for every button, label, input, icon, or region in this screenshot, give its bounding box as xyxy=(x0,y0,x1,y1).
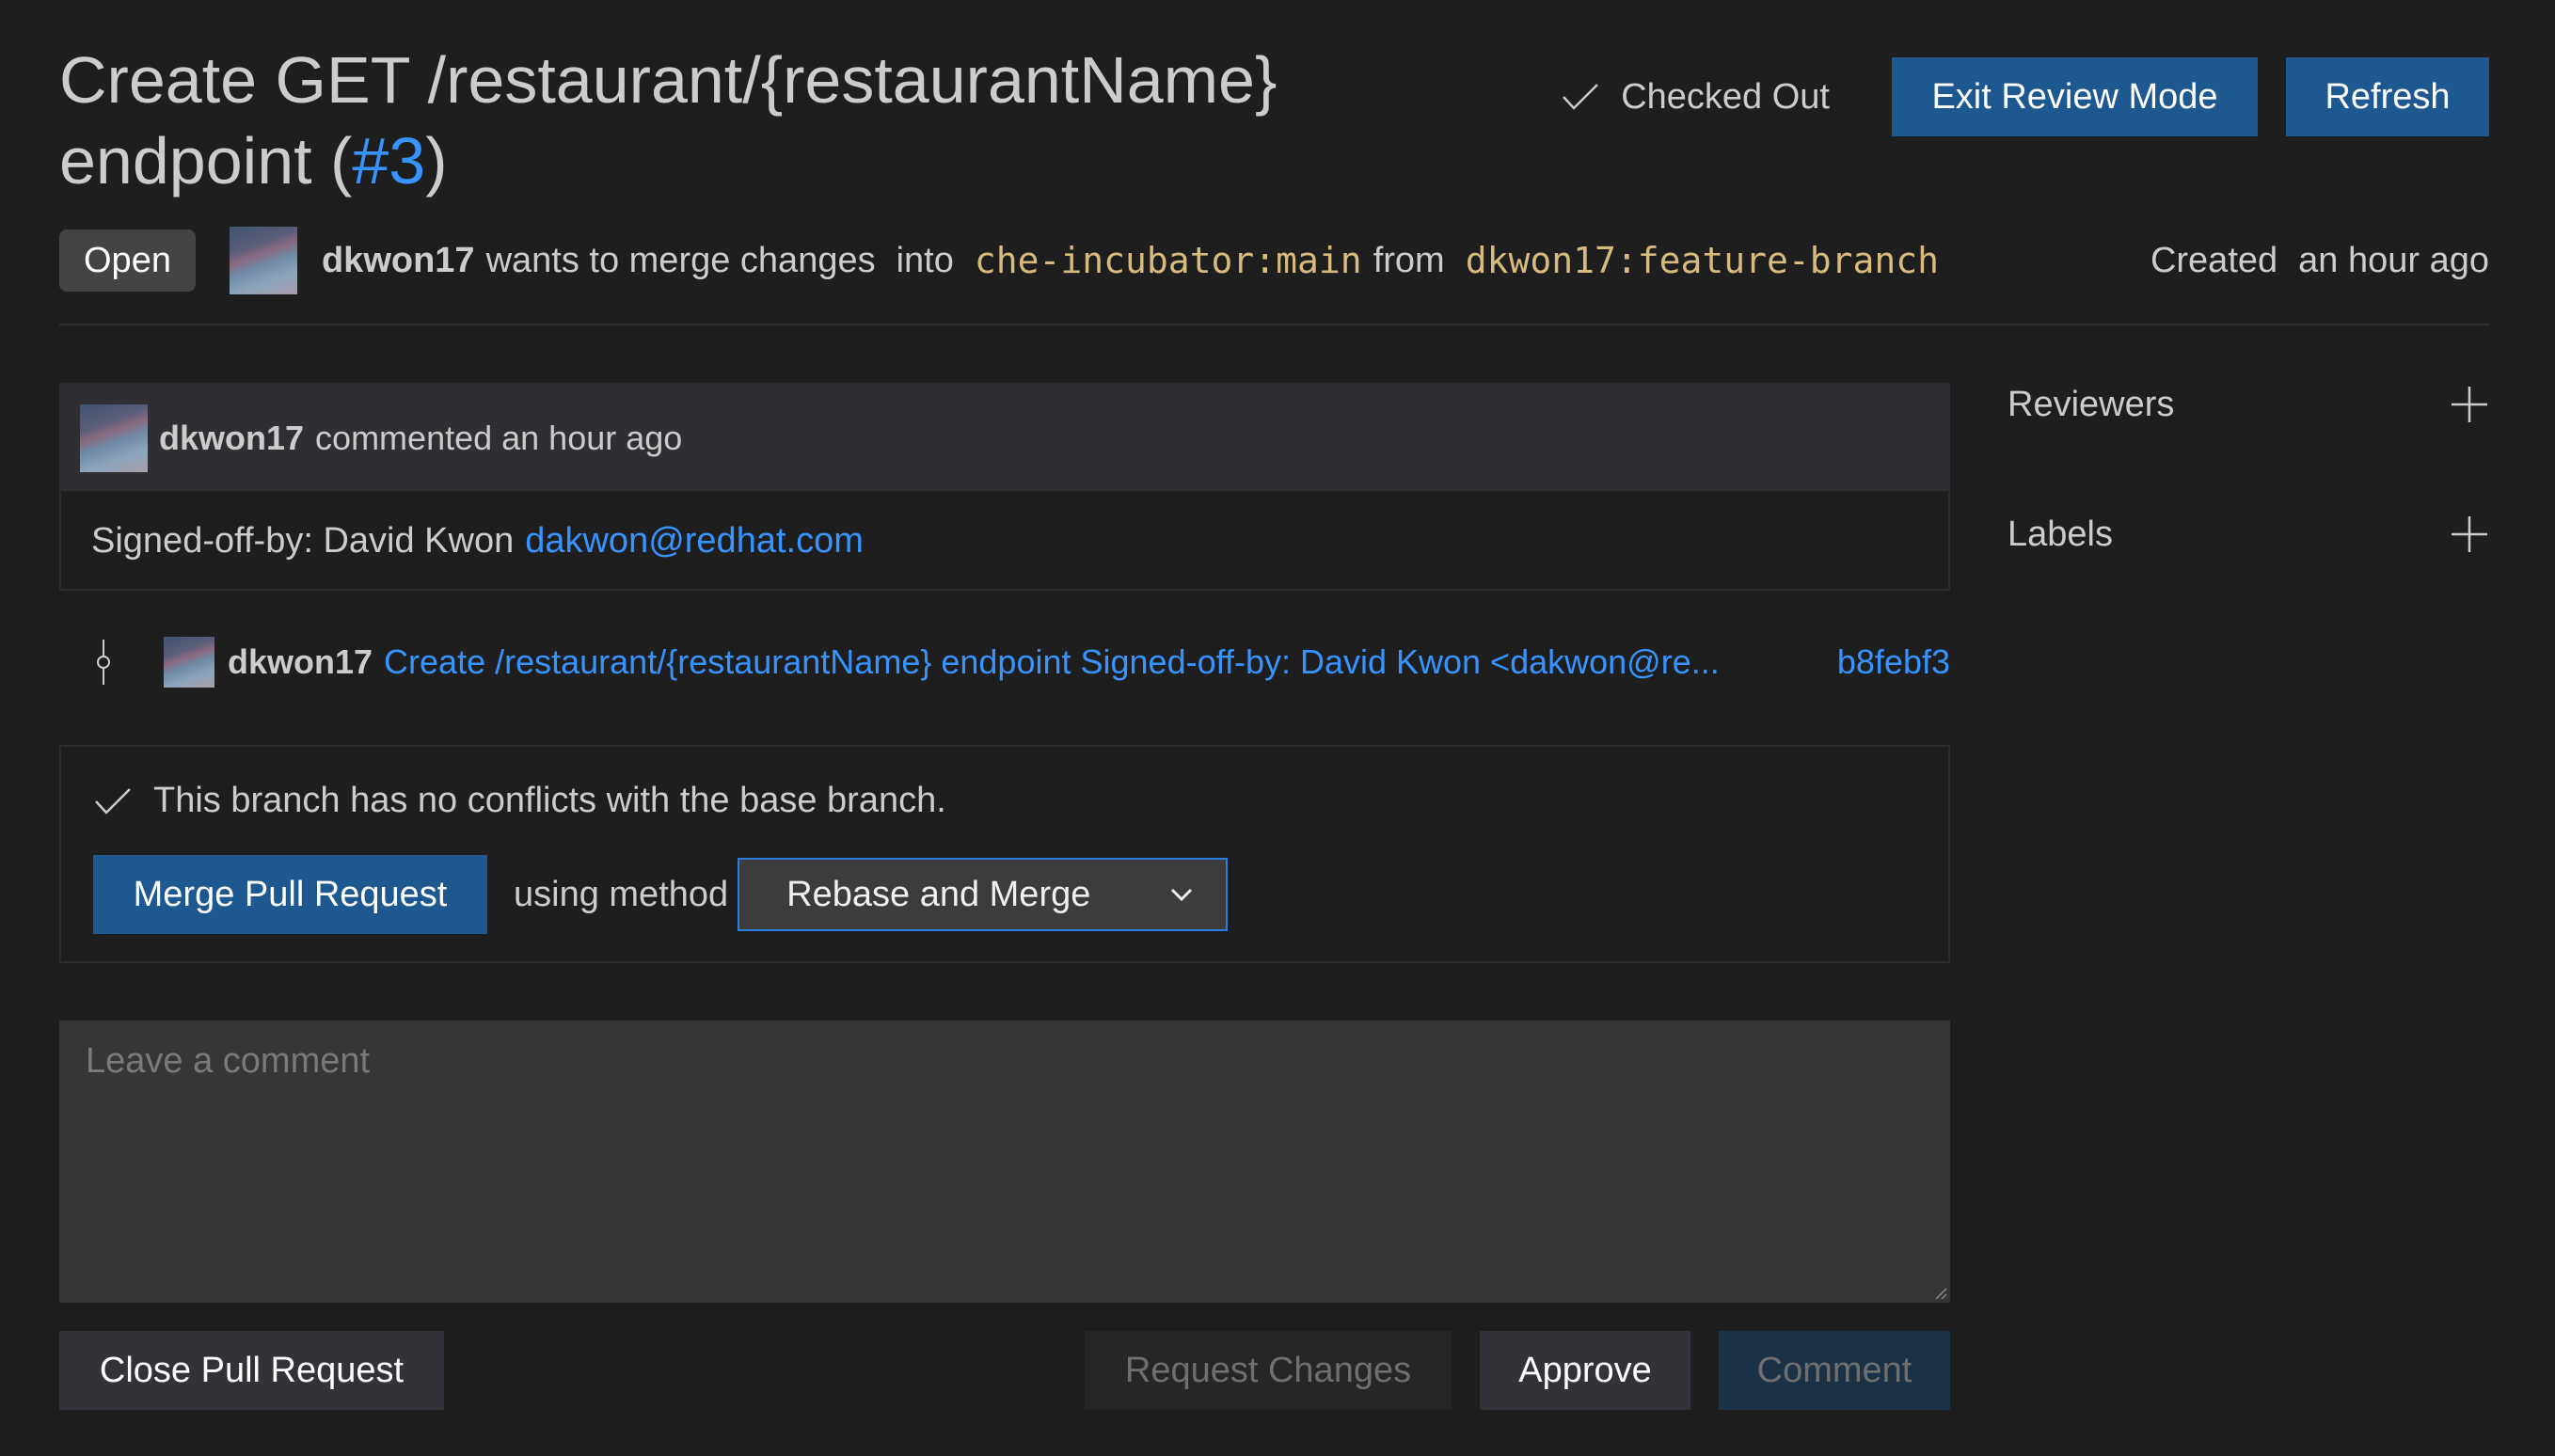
check-icon xyxy=(95,787,131,815)
merge-controls: Merge Pull Request using method Rebase a… xyxy=(93,855,1229,934)
approve-button[interactable]: Approve xyxy=(1480,1331,1690,1410)
comment-header: dkwon17 commented an hour ago xyxy=(61,385,1948,491)
merge-method-value: Rebase and Merge xyxy=(786,874,1091,914)
created-info: Created an hour ago xyxy=(2150,241,2489,281)
created-time: an hour ago xyxy=(2298,240,2489,280)
add-label-plus-icon[interactable] xyxy=(2450,514,2489,554)
comment-body: Signed-off-by: David Kwon dakwon@redhat.… xyxy=(61,491,1948,591)
comment-button[interactable]: Comment xyxy=(1719,1331,1950,1410)
resize-grip-icon[interactable] xyxy=(1934,1287,1947,1300)
pull-request-page: Create GET /restaurant/{restaurantName} … xyxy=(0,0,2555,1456)
commit-sha-link[interactable]: b8febf3 xyxy=(1837,642,1950,682)
email-link[interactable]: dakwon@redhat.com xyxy=(525,521,864,562)
checked-out-status: Checked Out xyxy=(1561,77,1830,118)
into-text: into xyxy=(896,240,954,280)
exit-review-mode-button[interactable]: Exit Review Mode xyxy=(1892,57,2258,136)
comment-textarea[interactable] xyxy=(59,1021,1950,1303)
sidebar-reviewers-label: Reviewers xyxy=(2008,384,2175,424)
wants-text: wants to merge changes xyxy=(485,240,876,280)
title-close: ) xyxy=(425,124,448,198)
page-title: Create GET /restaurant/{restaurantName} … xyxy=(59,40,1376,201)
check-icon xyxy=(1563,84,1599,110)
comment-card: dkwon17 commented an hour ago Signed-off… xyxy=(59,383,1950,591)
request-changes-button[interactable]: Request Changes xyxy=(1085,1331,1452,1410)
pr-meta-row: Open dkwon17 wants to merge changes into… xyxy=(59,227,2489,294)
author-avatar[interactable] xyxy=(229,227,297,294)
header-divider xyxy=(59,324,2489,325)
sidebar-labels-label: Labels xyxy=(2008,514,2113,554)
merge-status: This branch has no conflicts with the ba… xyxy=(93,781,946,821)
git-commit-icon xyxy=(97,640,110,685)
title-text: Create GET /restaurant/{restaurantName} … xyxy=(59,43,1278,198)
status-badge: Open xyxy=(59,229,196,292)
using-method-label: using method xyxy=(514,874,729,914)
comment-action: commented an hour ago xyxy=(315,418,683,457)
pr-number-link[interactable]: #3 xyxy=(352,124,425,198)
close-pull-request-button[interactable]: Close Pull Request xyxy=(59,1331,444,1410)
commit-message-link[interactable]: Create /restaurant/{restaurantName} endp… xyxy=(384,642,1818,682)
merge-method-select[interactable]: Rebase and Merge xyxy=(738,858,1229,931)
checked-out-label: Checked Out xyxy=(1621,76,1830,117)
created-label: Created xyxy=(2150,240,2278,280)
comment-author-link[interactable]: dkwon17 xyxy=(159,419,304,458)
commit-author-avatar[interactable] xyxy=(164,637,214,688)
chevron-down-icon xyxy=(1171,888,1193,902)
refresh-button[interactable]: Refresh xyxy=(2286,57,2489,136)
merge-status-text: This branch has no conflicts with the ba… xyxy=(153,781,946,820)
sidebar-reviewers: Reviewers xyxy=(2008,376,2489,433)
commit-author-link[interactable]: dkwon17 xyxy=(228,642,373,682)
comment-body-text: Signed-off-by: David Kwon xyxy=(91,520,515,561)
sidebar-labels: Labels xyxy=(2008,506,2489,562)
comment-author-avatar[interactable] xyxy=(80,404,148,472)
from-text: from xyxy=(1373,240,1445,280)
author-link[interactable]: dkwon17 xyxy=(322,241,475,281)
commit-row: dkwon17 Create /restaurant/{restaurantNa… xyxy=(94,632,1950,692)
merge-pull-request-button[interactable]: Merge Pull Request xyxy=(93,855,487,934)
head-branch: dkwon17:feature-branch xyxy=(1465,240,1940,281)
base-branch: che-incubator:main xyxy=(974,240,1362,281)
add-reviewer-plus-icon[interactable] xyxy=(2450,385,2489,424)
header-actions: Checked Out Exit Review Mode Refresh xyxy=(1561,57,2489,136)
merge-box: This branch has no conflicts with the ba… xyxy=(59,745,1950,963)
